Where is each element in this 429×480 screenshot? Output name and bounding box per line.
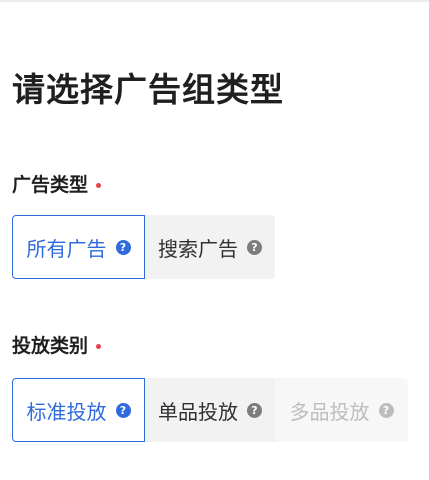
- question-circle-icon[interactable]: ?: [247, 239, 262, 255]
- option-standard-placement[interactable]: 标准投放 ?: [12, 378, 145, 442]
- top-divider: [0, 0, 429, 2]
- required-indicator: [96, 183, 102, 188]
- option-all-ads-label: 所有广告: [26, 236, 107, 261]
- question-circle-icon[interactable]: ?: [247, 402, 262, 418]
- question-circle-icon[interactable]: ?: [115, 402, 131, 418]
- required-indicator: [96, 344, 102, 349]
- placement-category-selector: 标准投放 ? 单品投放 ? 多品投放 ?: [12, 378, 408, 442]
- ad-type-label: 广告类型: [12, 172, 102, 198]
- option-search-ads-label: 搜索广告: [158, 236, 238, 261]
- option-multi-product: 多品投放 ?: [275, 378, 408, 442]
- option-all-ads[interactable]: 所有广告 ?: [12, 215, 145, 279]
- option-single-product-label: 单品投放: [158, 399, 238, 424]
- option-search-ads[interactable]: 搜索广告 ?: [145, 215, 275, 279]
- placement-category-label: 投放类别: [12, 333, 102, 359]
- ad-type-selector: 所有广告 ? 搜索广告 ?: [12, 215, 275, 279]
- placement-category-label-text: 投放类别: [12, 335, 89, 357]
- question-circle-icon[interactable]: ?: [115, 239, 131, 255]
- option-multi-product-label: 多品投放: [289, 399, 370, 424]
- question-circle-icon: ?: [378, 402, 394, 418]
- option-standard-placement-label: 标准投放: [26, 399, 107, 424]
- option-single-product[interactable]: 单品投放 ?: [145, 378, 275, 442]
- ad-type-label-text: 广告类型: [12, 174, 89, 196]
- page-title: 请选择广告组类型: [12, 70, 284, 109]
- ad-group-type-page: 请选择广告组类型 广告类型 所有广告 ? 搜索广告 ? 投放类别 标准投放 ? …: [0, 0, 429, 480]
